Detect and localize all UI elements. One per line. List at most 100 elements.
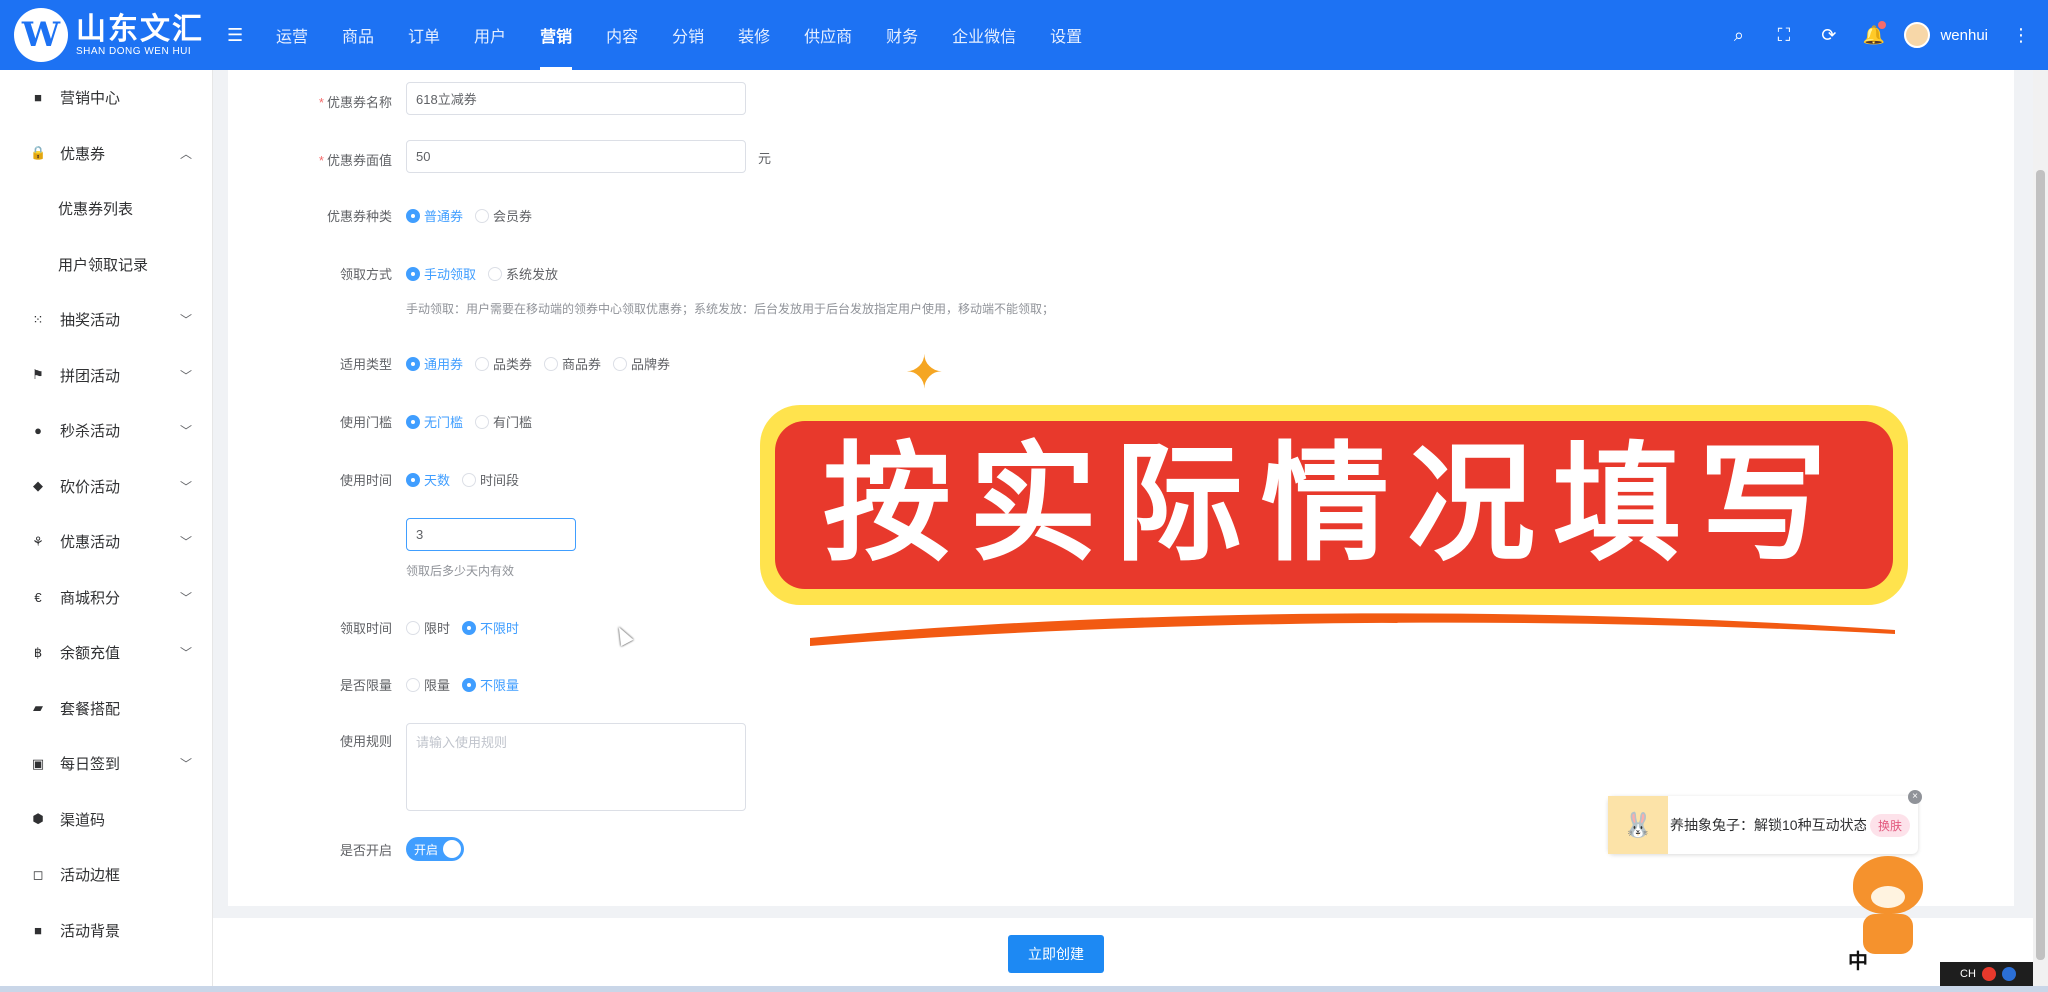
chevron-down-icon: ﹀ <box>179 479 192 494</box>
nav-item-goods[interactable]: 商品 <box>325 0 391 70</box>
ime-icon[interactable] <box>1981 967 1996 981</box>
nav-item-settings[interactable]: 设置 <box>1033 0 1099 70</box>
scrollbar-thumb[interactable] <box>2036 170 2045 960</box>
coupon-type-label: 优惠券种类 <box>326 209 392 224</box>
frame-icon: ◻ <box>32 866 44 882</box>
radio-unlimited-quantity[interactable]: 不限量 <box>462 675 519 694</box>
search-icon[interactable]: ⌕ <box>1716 25 1761 46</box>
fullscreen-icon[interactable]: ⛶ <box>1761 25 1806 46</box>
sidebar-item-label: 活动背景 <box>60 922 121 940</box>
enable-switch[interactable]: 开启 <box>406 837 464 861</box>
radio-universal[interactable]: 通用券 <box>406 354 463 373</box>
radio-time-limited[interactable]: 限时 <box>406 618 450 637</box>
overlay-banner: 按实际情况填写 <box>760 405 1908 605</box>
radio-system-issue[interactable]: 系统发放 <box>488 264 558 283</box>
create-button[interactable]: 立即创建 <box>1008 935 1104 973</box>
banner-text: 按实际情况填写 <box>822 430 1845 579</box>
value-unit: 元 <box>758 151 772 166</box>
chevron-down-icon: ﹀ <box>179 535 192 550</box>
ime-indicator: 中 <box>1848 951 1868 973</box>
rabbit-icon: 🐰 <box>1608 796 1668 854</box>
scope-label: 适用类型 <box>339 357 392 372</box>
sidebar-item-recharge[interactable]: ฿ 余额充值 ﹀ <box>0 625 212 681</box>
nav-item-supplier[interactable]: 供应商 <box>787 0 869 70</box>
radio-days[interactable]: 天数 <box>406 470 450 489</box>
coupon-value-label: * 优惠券面值 <box>318 153 392 168</box>
sidebar-item-channel-code[interactable]: ⬢ 渠道码 <box>0 792 212 848</box>
radio-limited-quantity[interactable]: 限量 <box>406 675 450 694</box>
nav-item-decoration[interactable]: 装修 <box>721 0 787 70</box>
calendar-icon: ▣ <box>31 755 45 771</box>
limit-label: 是否限量 <box>339 678 392 693</box>
nav-item-orders[interactable]: 订单 <box>391 0 457 70</box>
avatar[interactable] <box>1904 22 1931 48</box>
username[interactable]: wenhui <box>1940 27 1988 44</box>
sidebar-item-points[interactable]: € 商城积分 ﹀ <box>0 570 212 626</box>
sidebar-item-background[interactable]: ■ 活动背景 <box>0 903 212 959</box>
radio-product[interactable]: 商品券 <box>544 354 601 373</box>
chevron-down-icon: ﹀ <box>179 590 192 605</box>
grid-icon: ⁙ <box>32 311 44 327</box>
sidebar-item-label: 拼团活动 <box>60 367 121 385</box>
menu-toggle-icon[interactable]: ☰ <box>227 25 253 46</box>
radio-unlimited-time[interactable]: 不限时 <box>462 618 519 637</box>
sparkle-icon: ✦ <box>905 346 944 398</box>
radio-no-threshold[interactable]: 无门槛 <box>406 412 463 431</box>
bell-icon[interactable]: 🔔 <box>1851 20 1896 46</box>
receive-method-label: 领取方式 <box>339 267 392 282</box>
more-icon[interactable]: ⋮ <box>2012 25 2030 46</box>
nav-item-ops[interactable]: 运营 <box>259 0 325 70</box>
sidebar-item-coupons[interactable]: 🔒 优惠券 ︿ <box>0 126 212 182</box>
radio-brand[interactable]: 品牌券 <box>613 354 670 373</box>
enable-label: 是否开启 <box>339 843 392 858</box>
flash-icon: ● <box>34 423 42 439</box>
skin-button[interactable]: 换肤 <box>1870 813 1911 837</box>
sidebar-item-package[interactable]: ▰ 套餐搭配 <box>0 681 212 737</box>
nav-item-content[interactable]: 内容 <box>589 0 655 70</box>
nav-item-marketing[interactable]: 营销 <box>523 0 589 70</box>
help-icon[interactable] <box>2001 967 2016 981</box>
sidebar-item-label: 活动边框 <box>60 867 121 885</box>
sidebar-item-label: 渠道码 <box>60 811 106 829</box>
tiger-mascot[interactable]: 中 <box>1848 856 1928 974</box>
limit-radios: 限量 不限量 <box>406 675 531 694</box>
euro-icon: € <box>34 589 42 605</box>
sidebar-item-flash-sale[interactable]: ● 秒杀活动 ﹀ <box>0 403 212 459</box>
coupon-name-input[interactable]: 618立减券 <box>406 82 746 115</box>
sidebar-item-coupon-list[interactable]: 优惠券列表 <box>0 181 212 237</box>
radio-category[interactable]: 品类券 <box>475 354 532 373</box>
receive-method-hint: 手动领取：用户需要在移动端的领券中心领取优惠券；系统发放：后台发放用于后台发放指… <box>406 302 1055 316</box>
sidebar-item-label: 套餐搭配 <box>60 700 121 718</box>
nav-item-wecom[interactable]: 企业微信 <box>935 0 1033 70</box>
sidebar-item-label: 优惠券 <box>60 145 106 163</box>
days-input[interactable]: 3 <box>406 518 576 551</box>
radio-time-range[interactable]: 时间段 <box>462 470 519 489</box>
sidebar-item-frame[interactable]: ◻ 活动边框 <box>0 847 212 903</box>
sidebar-item-receive-records[interactable]: 用户领取记录 <box>0 237 212 293</box>
nav-item-finance[interactable]: 财务 <box>869 0 935 70</box>
sidebar-item-discount[interactable]: ⚘ 优惠活动 ﹀ <box>0 514 212 570</box>
rules-textarea[interactable]: 请输入使用规则 <box>406 723 746 811</box>
nav-item-distribution[interactable]: 分销 <box>655 0 721 70</box>
top-nav: 运营 商品 订单 用户 营销 内容 分销 装修 供应商 财务 企业微信 设置 <box>259 0 1099 70</box>
input-language[interactable]: CH <box>1960 968 1976 980</box>
refresh-icon[interactable]: ⟳ <box>1806 25 1851 46</box>
logo-subtitle: SHAN DONG WEN HUI <box>76 45 192 57</box>
sidebar-item-bargain[interactable]: ◆ 砍价活动 ﹀ <box>0 459 212 515</box>
sidebar-item-label: 每日签到 <box>60 756 121 774</box>
radio-has-threshold[interactable]: 有门槛 <box>475 412 532 431</box>
radio-member-coupon[interactable]: 会员券 <box>475 206 532 225</box>
coupon-value-input[interactable]: 50 <box>406 140 746 173</box>
promo-widget[interactable]: 🐰 养抽象兔子：解锁10种互动状态 换肤 × <box>1608 790 1922 854</box>
nav-item-users[interactable]: 用户 <box>457 0 523 70</box>
sidebar-item-label: 秒杀活动 <box>60 423 121 441</box>
radio-manual-receive[interactable]: 手动领取 <box>406 264 476 283</box>
sidebar-item-lottery[interactable]: ⁙ 抽奖活动 ﹀ <box>0 292 212 348</box>
close-icon[interactable]: × <box>1908 790 1922 804</box>
radio-normal-coupon[interactable]: 普通券 <box>406 206 463 225</box>
sidebar-item-group-buy[interactable]: ⚑ 拼团活动 ﹀ <box>0 348 212 404</box>
sidebar-item-marketing-center[interactable]: ■ 营销中心 <box>0 70 212 126</box>
logo[interactable]: W 山东文汇 SHAN DONG WEN HUI <box>0 8 215 62</box>
receive-time-radios: 限时 不限时 <box>406 618 531 637</box>
sidebar-item-checkin[interactable]: ▣ 每日签到 ﹀ <box>0 736 212 792</box>
